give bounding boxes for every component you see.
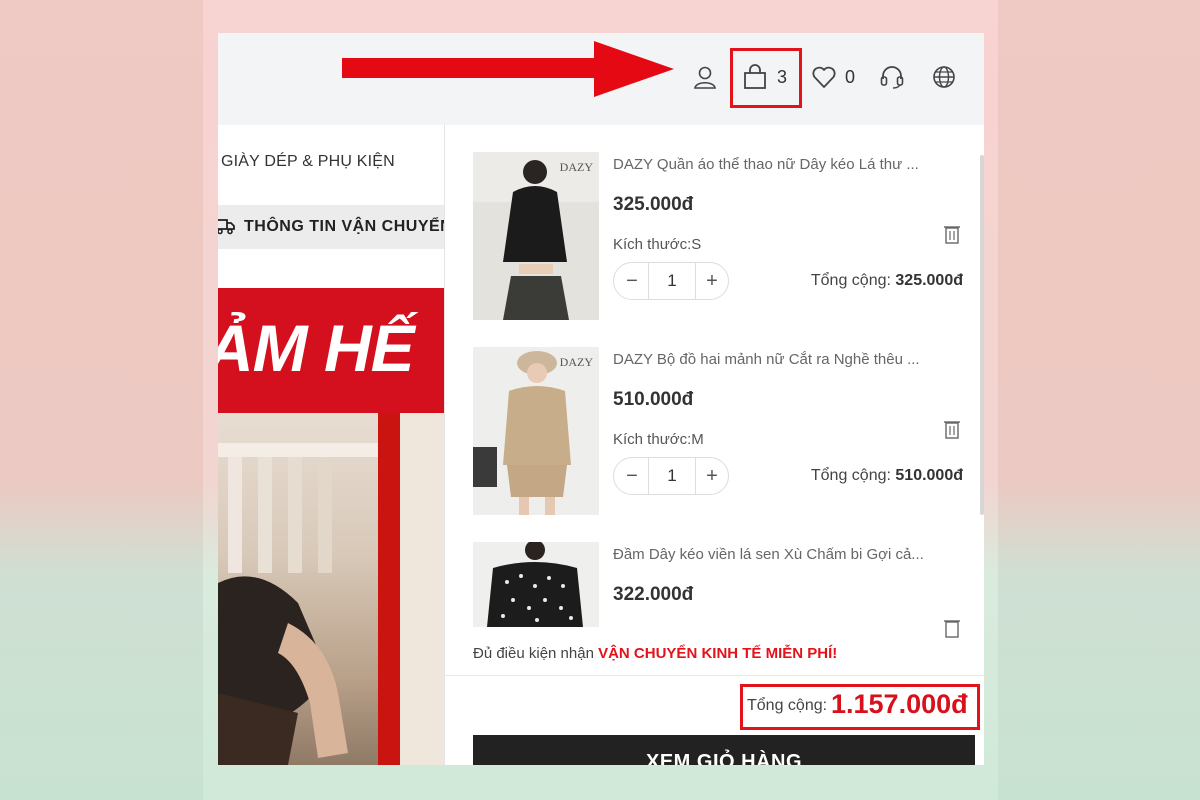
- decrease-quantity-button[interactable]: −: [618, 464, 646, 488]
- product-thumbnail[interactable]: [473, 542, 599, 627]
- product-size: Kích thước:S: [613, 236, 702, 253]
- product-thumbnail[interactable]: DAZY: [473, 347, 599, 515]
- screenshot-area: 3 0 GIÀY DÉP & PHỤ KIỆN THÔNG TIN VẬN CH…: [218, 33, 984, 765]
- shopping-bag-icon[interactable]: [742, 64, 768, 90]
- thumbnail-brand: DAZY: [559, 160, 593, 174]
- trash-icon[interactable]: [943, 419, 961, 439]
- shipping-info-label: THÔNG TIN VẬN CHUYỂN: [244, 218, 446, 235]
- view-cart-button[interactable]: XEM GIỎ HÀNG: [473, 735, 975, 765]
- quantity-value[interactable]: 1: [648, 466, 696, 486]
- page-content: GIÀY DÉP & PHỤ KIỆN THÔNG TIN VẬN CHUYỂN…: [218, 125, 446, 765]
- item-total-label: Tổng cộng:: [810, 272, 891, 289]
- banner-scene: [218, 413, 446, 765]
- item-total: Tổng cộng: 510.000đ: [811, 467, 963, 485]
- increase-quantity-button[interactable]: +: [698, 464, 726, 488]
- trash-icon[interactable]: [943, 224, 961, 244]
- promo-banner[interactable]: ẢM HẾ: [218, 288, 446, 765]
- top-header: 3 0: [218, 33, 984, 125]
- cart-item: DAZY DAZY Bộ đồ hai mảnh nữ Cắt ra Nghề …: [445, 347, 965, 527]
- product-thumbnail[interactable]: DAZY: [473, 152, 599, 320]
- product-name[interactable]: DAZY Quần áo thể thao nữ Dây kéo Lá thư …: [613, 156, 963, 173]
- trash-icon[interactable]: [943, 618, 961, 638]
- grand-total-label: Tổng cộng:: [747, 697, 828, 714]
- item-total: Tổng cộng: 325.000đ: [811, 272, 963, 290]
- free-shipping-text: Đủ điều kiện nhận: [473, 645, 599, 662]
- user-icon[interactable]: [692, 64, 718, 90]
- product-image: [473, 152, 599, 320]
- grand-total-value: 1.157.000đ: [831, 689, 968, 719]
- stepper-divider: [695, 263, 696, 299]
- product-size: Kích thước:M: [613, 431, 704, 448]
- free-shipping-notice: Đủ điều kiện nhận VẬN CHUYỂN KINH TẾ MIỄ…: [473, 639, 963, 673]
- truck-icon: [218, 219, 235, 235]
- nav-category-shoes-accessories[interactable]: GIÀY DÉP & PHỤ KIỆN: [221, 153, 395, 171]
- quantity-stepper: − 1 +: [613, 457, 729, 495]
- quantity-value[interactable]: 1: [648, 271, 696, 291]
- red-arrow-head: [594, 41, 674, 97]
- product-price: 325.000đ: [613, 194, 694, 215]
- free-shipping-highlight: VẬN CHUYỂN KINH TẾ MIỄN PHÍ!: [598, 645, 838, 662]
- banner-photo: [218, 413, 446, 765]
- mini-cart-drawer: DAZY DAZY Quần áo thể thao nữ Dây kéo Lá…: [444, 125, 984, 765]
- item-total-value: 325.000đ: [895, 272, 963, 289]
- wishlist-count: 0: [845, 67, 856, 87]
- headset-icon[interactable]: [879, 64, 905, 90]
- product-image: [473, 347, 599, 515]
- cart-item: DAZY DAZY Quần áo thể thao nữ Dây kéo Lá…: [445, 152, 965, 332]
- product-price: 322.000đ: [613, 584, 694, 605]
- cart-count: 3: [777, 67, 788, 87]
- cart-scrollbar[interactable]: [980, 155, 984, 515]
- product-price: 510.000đ: [613, 389, 694, 410]
- item-total-value: 510.000đ: [895, 467, 963, 484]
- decrease-quantity-button[interactable]: −: [618, 269, 646, 293]
- grand-total-highlight-box: Tổng cộng: 1.157.000đ: [740, 684, 980, 730]
- red-arrow-shaft: [342, 58, 602, 78]
- banner-red-band: ẢM HẾ: [218, 288, 446, 413]
- thumbnail-brand: DAZY: [559, 355, 593, 369]
- stepper-divider: [695, 458, 696, 494]
- item-total-label: Tổng cộng:: [810, 467, 891, 484]
- heart-icon[interactable]: [811, 64, 837, 90]
- quantity-stepper: − 1 +: [613, 262, 729, 300]
- divider: [445, 675, 984, 676]
- view-cart-label: XEM GIỎ HÀNG: [645, 751, 802, 765]
- shipping-info-bar[interactable]: THÔNG TIN VẬN CHUYỂN: [218, 205, 446, 249]
- increase-quantity-button[interactable]: +: [698, 269, 726, 293]
- product-image: [473, 542, 599, 627]
- globe-icon[interactable]: [931, 64, 957, 90]
- product-name[interactable]: DAZY Bộ đồ hai mảnh nữ Cắt ra Nghề thêu …: [613, 351, 963, 368]
- banner-headline: ẢM HẾ: [218, 311, 415, 385]
- product-name[interactable]: Đầm Dây kéo viền lá sen Xù Chấm bi Gợi c…: [613, 546, 963, 563]
